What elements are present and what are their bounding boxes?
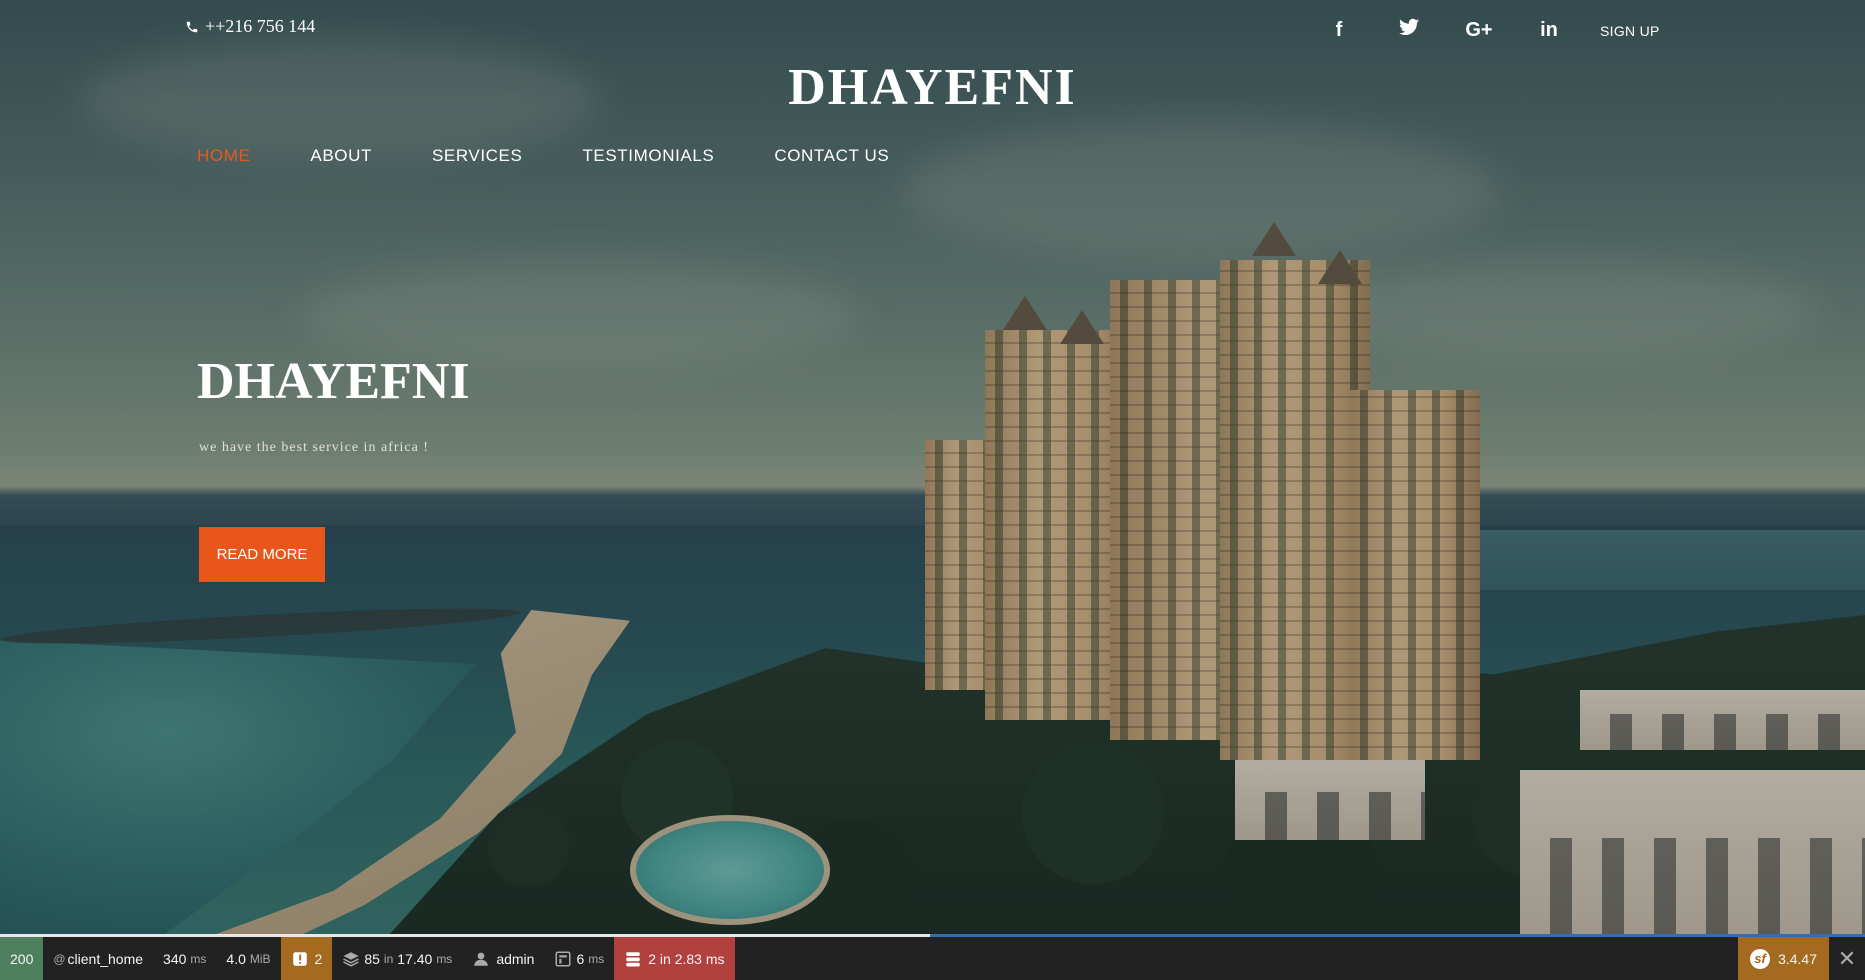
- route-panel[interactable]: @ client_home: [43, 937, 153, 980]
- form-icon: [555, 951, 571, 966]
- nav-item-home[interactable]: HOME: [197, 146, 250, 166]
- nav-item-about[interactable]: ABOUT: [310, 146, 372, 166]
- hero-title: DHAYEFNI: [197, 353, 470, 410]
- nav-item-testimonials[interactable]: TESTIMONIALS: [582, 146, 714, 166]
- warning-count: 2: [314, 950, 323, 967]
- cache-value: 6: [576, 950, 585, 967]
- layers-icon: [343, 951, 360, 967]
- route-prefix: @: [53, 951, 66, 966]
- twig-unit: ms: [436, 951, 453, 966]
- route-name: client_home: [67, 950, 144, 967]
- phone-icon: [186, 21, 198, 32]
- nav-item-contact-us[interactable]: CONTACT US: [774, 146, 889, 166]
- social-links: f G+ in: [1325, 18, 1605, 42]
- symfony-logo-icon: sf: [1750, 948, 1771, 969]
- symfony-version-panel[interactable]: sf 3.4.47: [1738, 937, 1829, 980]
- database-panel[interactable]: 2 in 2.83 ms: [614, 937, 735, 980]
- time-unit: ms: [190, 951, 207, 966]
- twig-panel[interactable]: 85 in 17.40 ms: [332, 937, 462, 980]
- time-panel[interactable]: 340 ms: [153, 937, 216, 980]
- symfony-debug-toolbar: 200 @ client_home 340 ms 4.0 MiB 2 85 in…: [0, 937, 1865, 980]
- twig-count: 85: [364, 950, 380, 967]
- top-bar: ++216 756 144 f G+ in SIGN UP: [0, 0, 1865, 60]
- phone-contact[interactable]: ++216 756 144: [185, 16, 315, 37]
- twig-time: 17.40: [397, 950, 433, 967]
- user-panel[interactable]: admin: [462, 937, 544, 980]
- google-plus-icon[interactable]: G+: [1465, 19, 1493, 42]
- time-value: 340: [163, 950, 187, 967]
- twig-in: in: [383, 951, 394, 966]
- twitter-icon[interactable]: [1395, 18, 1423, 42]
- memory-value: 4.0: [226, 950, 246, 967]
- status-code: 200: [10, 950, 34, 967]
- symfony-version: 3.4.47: [1778, 950, 1817, 967]
- close-toolbar-icon[interactable]: ✕: [1829, 937, 1865, 980]
- database-icon: [626, 951, 640, 966]
- hero-subtitle: we have the best service in africa !: [199, 440, 429, 455]
- read-more-button[interactable]: READ MORE: [199, 527, 325, 582]
- logs-warning-panel[interactable]: 2: [280, 937, 333, 980]
- nav-item-services[interactable]: SERVICES: [432, 146, 522, 166]
- linkedin-icon[interactable]: in: [1535, 19, 1563, 42]
- db-queries: 2 in 2.83 ms: [648, 950, 725, 967]
- site-logo[interactable]: DHAYEFNI: [0, 58, 1865, 117]
- warning-icon: [292, 951, 307, 966]
- status-code-badge[interactable]: 200: [0, 937, 44, 980]
- cache-unit: ms: [588, 951, 605, 966]
- sign-up-link[interactable]: SIGN UP: [1600, 23, 1660, 39]
- main-nav: HOME ABOUT SERVICES TESTIMONIALS CONTACT…: [197, 146, 949, 166]
- memory-unit: MiB: [249, 951, 271, 966]
- user-icon: [474, 952, 489, 966]
- phone-number: ++216 756 144: [205, 16, 316, 36]
- user-name: admin: [496, 950, 535, 967]
- memory-panel[interactable]: 4.0 MiB: [216, 937, 280, 980]
- cache-panel[interactable]: 6 ms: [544, 937, 614, 980]
- hero-background: [0, 0, 1865, 935]
- facebook-icon[interactable]: f: [1325, 19, 1353, 42]
